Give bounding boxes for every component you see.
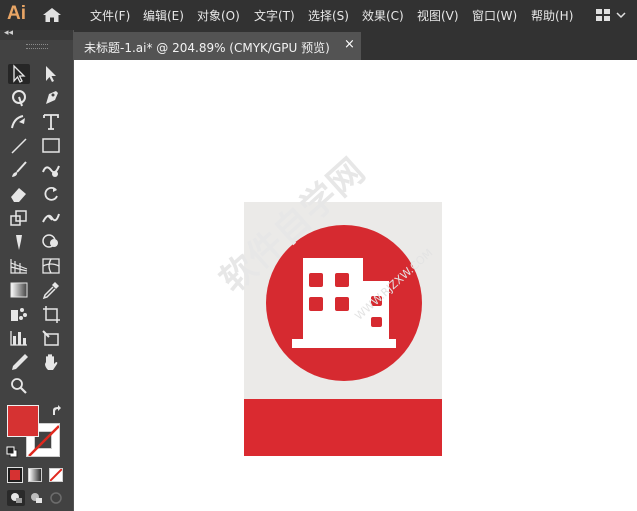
pen-tool-icon (46, 91, 58, 104)
artwork-red-bar (244, 399, 442, 456)
mesh-tool[interactable] (40, 256, 62, 276)
pencil-tool[interactable] (8, 352, 30, 372)
shaper-tool[interactable] (40, 160, 62, 180)
hand-tool[interactable] (40, 352, 62, 372)
perspective-grid-tool-icon (10, 259, 28, 274)
menu-effect[interactable]: 效果(C) (362, 7, 404, 24)
none-mode-button[interactable] (49, 468, 63, 482)
draw-behind-icon[interactable] (28, 490, 44, 506)
eyedropper-tool[interactable] (40, 280, 62, 300)
gradient-tool[interactable] (8, 280, 30, 300)
artboard-tool[interactable] (40, 304, 62, 324)
symbol-sprayer-tool-icon (11, 308, 27, 321)
curvature-tool-icon (11, 115, 25, 129)
color-mode-button[interactable] (7, 467, 23, 483)
hand-tool-icon (45, 354, 58, 370)
rectangle-tool-icon (42, 138, 60, 153)
home-icon[interactable] (42, 7, 62, 23)
eraser-tool-icon (11, 188, 26, 202)
default-fill-stroke-icon[interactable] (6, 446, 18, 458)
shape-builder-tool[interactable] (40, 232, 62, 252)
menu-object[interactable]: 对象(O) (197, 7, 240, 24)
collapse-icon[interactable]: ◂◂ (4, 28, 13, 38)
selection-tool-icon (13, 64, 26, 83)
workspace-switcher-icon[interactable] (595, 7, 627, 23)
app-logo: Ai (7, 3, 26, 24)
rotate-tool-icon (44, 186, 58, 201)
pen-tool[interactable] (40, 88, 62, 108)
gradient-mode-button[interactable] (28, 468, 42, 482)
type-tool[interactable] (40, 112, 62, 132)
menu-file[interactable]: 文件(F) (90, 7, 130, 24)
document-tab-bar: 未标题-1.ai* @ 204.89% (CMYK/GPU 预览) × (74, 30, 637, 60)
menu-type[interactable]: 文字(T) (254, 7, 295, 24)
paintbrush-tool-icon (12, 161, 27, 177)
none-icon (50, 469, 62, 481)
curvature-tool[interactable] (8, 112, 30, 132)
gradient-tool-icon (10, 282, 28, 298)
column-graph-tool[interactable] (8, 328, 30, 348)
magic-wand-tool[interactable] (8, 88, 30, 108)
magic-wand-tool-icon (12, 90, 26, 107)
puppet-warp-tool-icon (16, 235, 22, 250)
canvas[interactable]: 软件自学网 WWW.RJZXW.COM (74, 60, 637, 511)
mesh-tool-icon (42, 258, 60, 274)
scale-tool[interactable] (8, 208, 30, 228)
scale-tool-icon (10, 210, 27, 226)
direct-selection-tool-icon (46, 66, 56, 82)
menu-help[interactable]: 帮助(H) (531, 7, 573, 24)
width-tool-icon (42, 213, 60, 223)
rotate-tool[interactable] (40, 184, 62, 204)
zoom-tool-icon (11, 378, 27, 394)
menu-edit[interactable]: 编辑(E) (143, 7, 184, 24)
eraser-tool[interactable] (8, 184, 30, 204)
type-tool-icon (43, 114, 59, 130)
fill-swatch[interactable] (7, 405, 39, 437)
pencil-tool-icon (12, 354, 28, 370)
paintbrush-tool[interactable] (8, 160, 30, 180)
artboard-tool-icon (43, 306, 60, 323)
draw-normal-icon[interactable] (7, 490, 25, 506)
rectangle-tool[interactable] (40, 136, 62, 156)
width-tool[interactable] (40, 208, 62, 228)
document-tab-title[interactable]: 未标题-1.ai* @ 204.89% (CMYK/GPU 预览) (84, 39, 330, 56)
menu-select[interactable]: 选择(S) (308, 7, 349, 24)
selection-tool[interactable] (8, 64, 30, 84)
line-segment-tool[interactable] (8, 136, 30, 156)
zoom-tool[interactable] (8, 376, 30, 396)
tools-panel: ◂◂ (0, 28, 73, 511)
document-tab[interactable]: 未标题-1.ai* @ 204.89% (CMYK/GPU 预览) × (74, 32, 361, 60)
slice-tool-icon (42, 330, 59, 346)
perspective-grid-tool[interactable] (8, 256, 30, 276)
line-segment-tool-icon (11, 138, 27, 154)
menu-window[interactable]: 窗口(W) (472, 7, 517, 24)
column-graph-tool-icon (10, 331, 27, 346)
eyedropper-tool-icon (42, 282, 59, 300)
shaper-tool-icon (42, 165, 60, 177)
slice-tool[interactable] (40, 328, 62, 348)
shape-builder-tool-icon (42, 234, 58, 248)
panel-grip-icon[interactable] (26, 44, 48, 49)
draw-inside-icon[interactable] (48, 490, 64, 506)
tools-panel-header[interactable]: ◂◂ (0, 28, 73, 40)
symbol-sprayer-tool[interactable] (8, 304, 30, 324)
puppet-warp-tool[interactable] (8, 232, 30, 252)
direct-selection-tool[interactable] (40, 64, 62, 84)
close-icon[interactable]: × (344, 37, 355, 52)
swap-fill-stroke-icon[interactable] (50, 404, 64, 418)
menu-view[interactable]: 视图(V) (417, 7, 459, 24)
menu-bar: Ai 文件(F) 编辑(E) 对象(O) 文字(T) 选择(S) 效果(C) 视… (0, 0, 637, 30)
